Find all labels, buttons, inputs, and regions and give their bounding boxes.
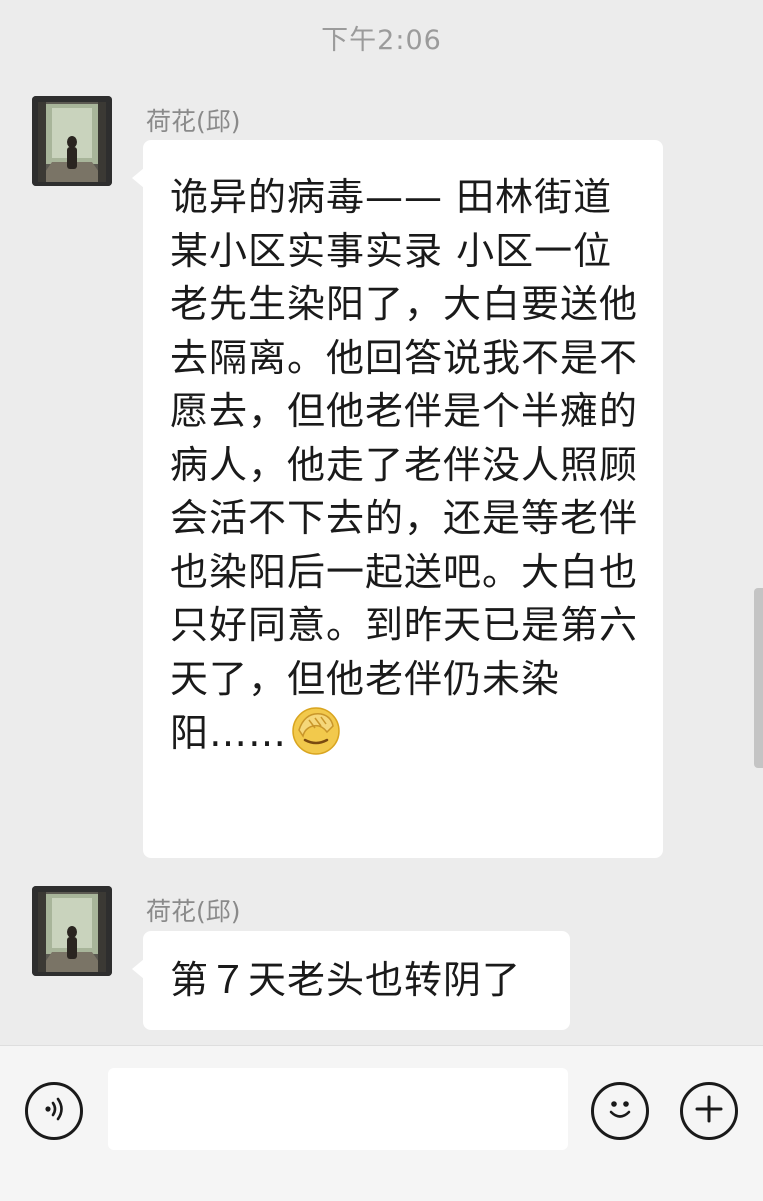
emoji-icon bbox=[600, 1089, 640, 1133]
sender-name: 荷花(邱) bbox=[146, 897, 241, 926]
message-text: 诡异的病毒—— 田林街道某小区实事实录 小区一位老先生染阳了，大白要送他去隔离。… bbox=[170, 175, 639, 755]
message-timestamp: 下午2:06 bbox=[321, 25, 442, 56]
voice-icon bbox=[37, 1092, 71, 1130]
sender-avatar[interactable] bbox=[32, 886, 112, 976]
message-bubble[interactable]: 诡异的病毒—— 田林街道某小区实事实录 小区一位老先生染阳了，大白要送他去隔离。… bbox=[132, 140, 663, 858]
sender-avatar[interactable] bbox=[32, 96, 112, 186]
message-input[interactable] bbox=[108, 1068, 568, 1150]
scrollbar-thumb[interactable] bbox=[754, 588, 763, 768]
sender-name: 荷花(邱) bbox=[146, 107, 241, 136]
message-bubble[interactable]: 第７天老头也转阴了 bbox=[132, 931, 570, 1030]
message-text: 第７天老头也转阴了 bbox=[170, 958, 522, 1002]
emoji-button[interactable] bbox=[591, 1082, 649, 1140]
voice-input-button[interactable] bbox=[25, 1082, 83, 1140]
more-button[interactable] bbox=[680, 1082, 738, 1140]
plus-icon bbox=[692, 1092, 726, 1130]
facepalm-emoji bbox=[291, 706, 341, 756]
